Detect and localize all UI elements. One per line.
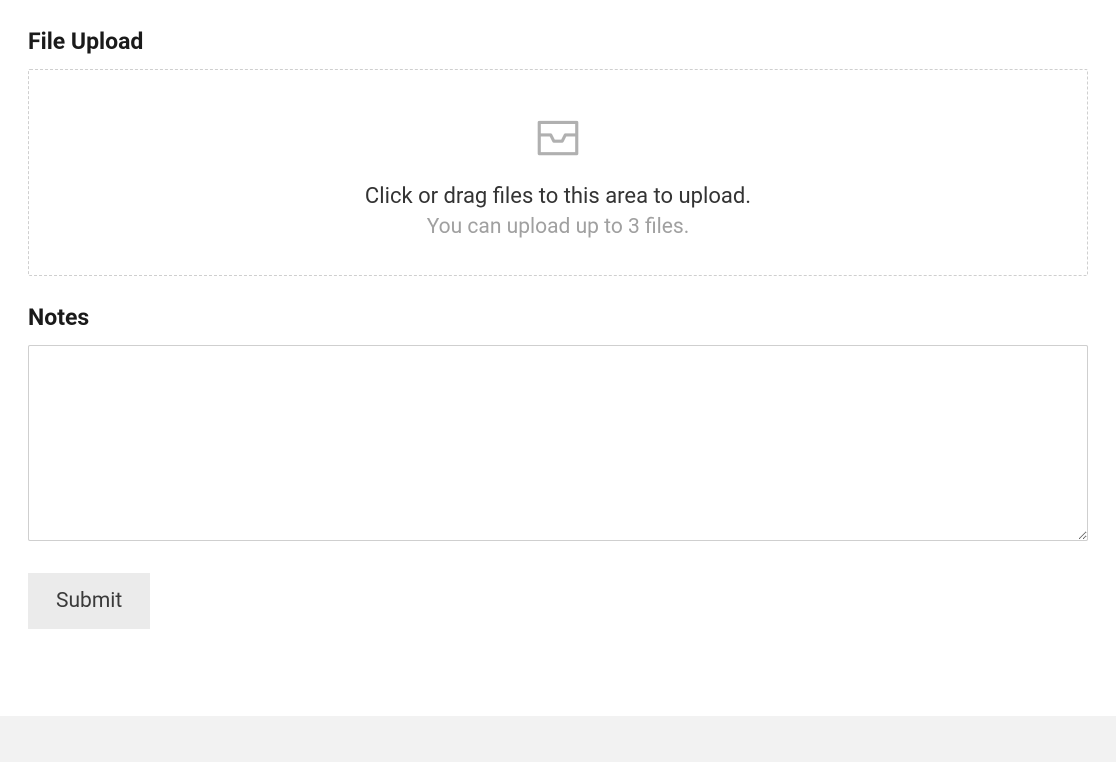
upload-primary-text: Click or drag files to this area to uplo… — [49, 184, 1067, 209]
submit-section: Submit — [28, 573, 1088, 629]
file-upload-label: File Upload — [28, 28, 1088, 55]
inbox-icon — [533, 112, 583, 166]
notes-section: Notes — [28, 304, 1088, 545]
footer-strip — [0, 716, 1116, 762]
file-upload-dropzone[interactable]: Click or drag files to this area to uplo… — [28, 69, 1088, 276]
submit-button[interactable]: Submit — [28, 573, 150, 629]
upload-secondary-text: You can upload up to 3 files. — [49, 215, 1067, 239]
notes-label: Notes — [28, 304, 1088, 331]
file-upload-section: File Upload Click or drag files to this … — [28, 28, 1088, 276]
notes-textarea[interactable] — [28, 345, 1088, 541]
